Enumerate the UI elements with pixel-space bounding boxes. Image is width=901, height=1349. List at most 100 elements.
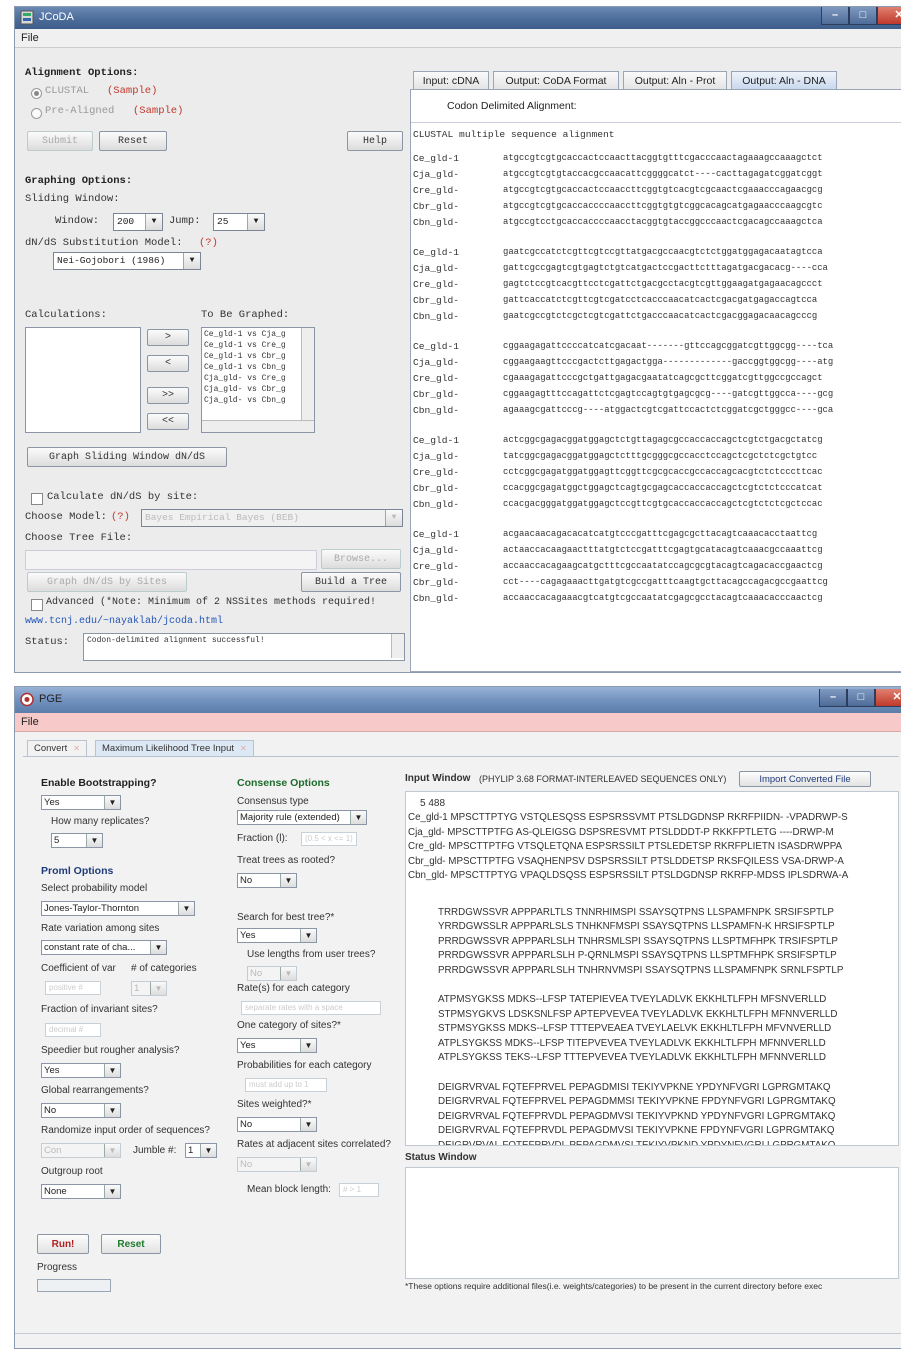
tab-input-cdna[interactable]: Input: cDNA — [413, 71, 489, 89]
sites-weighted-select[interactable]: No ▼ — [237, 1117, 317, 1132]
one-category-select[interactable]: Yes ▼ — [237, 1038, 317, 1053]
mean-block-field[interactable]: # > 1 — [339, 1183, 379, 1197]
invariant-field[interactable]: decimal # — [45, 1023, 101, 1037]
browse-button[interactable]: Browse... — [321, 549, 401, 569]
close-icon[interactable]: ✕ — [240, 744, 247, 753]
choose-model-help-link[interactable]: (?) — [111, 511, 130, 523]
prealigned-radio[interactable] — [31, 108, 42, 119]
sequence-data: agaaagcgattcccg----atggactcgtcgattccactc… — [503, 405, 834, 415]
chevron-down-icon: ▼ — [350, 811, 366, 824]
sequence-data: accaaccacagaaacgtcatgtcgccaatatcgagcgcct… — [503, 593, 823, 603]
sequence-data: gagtctccgtcacgttcctcgattctgacgcctacgtcgt… — [503, 279, 823, 289]
status-window[interactable] — [405, 1167, 899, 1279]
jump-select[interactable]: 25 ▼ — [213, 213, 265, 231]
rates-category-field[interactable]: separate rates with a space — [241, 1001, 381, 1015]
window-select[interactable]: 200 ▼ — [113, 213, 163, 231]
list-item[interactable]: Ce_gld-1 vs Cja_g — [204, 330, 286, 339]
import-converted-file-button[interactable]: Import Converted File — [739, 771, 871, 787]
minimize-icon[interactable]: – — [821, 7, 849, 25]
clustal-radio[interactable] — [31, 88, 42, 99]
list-hscrollbar[interactable] — [202, 420, 314, 432]
consensus-type-select[interactable]: Majority rule (extended) ▼ — [237, 810, 367, 825]
tree-file-field[interactable] — [25, 550, 317, 570]
sequence-data: cggaagagattccccatcatcgacaat-------gttcca… — [503, 341, 834, 351]
replicates-select[interactable]: 5 ▼ — [51, 833, 103, 848]
speedier-select[interactable]: Yes ▼ — [41, 1063, 121, 1078]
sequence-data: accaaccacagaagcatgctttcgccaatatccagcgcgt… — [503, 561, 823, 571]
close-icon[interactable]: ✕ — [73, 744, 80, 753]
list-item[interactable]: Cja_gld- vs Cbr_g — [204, 385, 286, 394]
fraction-field[interactable]: (0.5 < x <= 1) — [301, 832, 357, 846]
best-tree-select[interactable]: Yes ▼ — [237, 928, 317, 943]
model-select[interactable]: Nei-Gojobori (1986) ▼ — [53, 252, 201, 270]
move-left-button[interactable]: < — [147, 355, 189, 372]
move-right-button[interactable]: > — [147, 329, 189, 346]
clustal-sample-link[interactable]: (Sample) — [107, 85, 157, 97]
submit-button[interactable]: Submit — [27, 131, 93, 151]
graph-by-sites-button[interactable]: Graph dN/dS by Sites — [27, 572, 187, 592]
tab-convert[interactable]: Convert ✕ — [27, 740, 87, 756]
prealigned-sample-link[interactable]: (Sample) — [133, 105, 183, 117]
sequence-name: Cbr_gld- — [413, 483, 460, 494]
list-item[interactable]: Cja_gld- vs Cre_g — [204, 374, 286, 383]
close-icon[interactable]: ✕ — [877, 7, 901, 25]
choose-model-select[interactable]: Bayes Empirical Bayes (BEB) ▼ — [141, 509, 403, 527]
jumble-select[interactable]: 1 ▼ — [185, 1143, 217, 1158]
website-link[interactable]: www.tcnj.edu/~nayaklab/jcoda.html — [25, 616, 223, 627]
advanced-checkbox[interactable] — [31, 599, 43, 611]
list-item[interactable]: Ce_gld-1 vs Cbr_g — [204, 352, 286, 361]
calculations-list[interactable] — [25, 327, 141, 433]
jcoda-app-icon — [20, 10, 34, 25]
input-window[interactable]: 5 488 Ce_gld-1 MPSCTTPTYG VSTQLESQSS ESP… — [405, 791, 899, 1146]
alignment-text-area[interactable]: CLUSTAL multiple sequence alignment Ce_g… — [411, 122, 901, 671]
global-rearr-value: No — [44, 1105, 57, 1116]
maximize-icon[interactable]: □ — [849, 7, 877, 25]
prob-model-select[interactable]: Jones-Taylor-Thornton ▼ — [41, 901, 195, 916]
file-menu[interactable]: File — [21, 716, 39, 728]
maximize-icon[interactable]: □ — [847, 689, 875, 707]
outgroup-label: Outgroup root — [41, 1166, 103, 1177]
list-item[interactable]: Ce_gld-1 vs Cbn_g — [204, 363, 286, 372]
treat-rooted-select[interactable]: No ▼ — [237, 873, 297, 888]
model-help-link[interactable]: (?) — [199, 237, 218, 249]
randomize-select[interactable]: Con ▼ — [41, 1143, 121, 1158]
tab-output-aln-dna[interactable]: Output: Aln - DNA — [731, 71, 837, 89]
help-button[interactable]: Help — [347, 131, 403, 151]
tab-output-coda[interactable]: Output: CoDA Format — [493, 71, 619, 89]
move-all-left-button[interactable]: << — [147, 413, 189, 430]
list-scrollbar[interactable] — [301, 328, 314, 420]
num-categories-select[interactable]: 1 ▼ — [131, 981, 167, 996]
use-lengths-select[interactable]: No ▼ — [247, 966, 297, 981]
tab-output-aln-prot[interactable]: Output: Aln - Prot — [623, 71, 727, 89]
consense-options-heading: Consense Options — [237, 777, 330, 789]
to-be-graphed-list[interactable]: Ce_gld-1 vs Cja_g Ce_gld-1 vs Cre_g Ce_gld… — [201, 327, 315, 433]
adjacent-select[interactable]: No ▼ — [237, 1157, 317, 1172]
coef-var-field[interactable]: positive # — [45, 981, 101, 995]
list-item[interactable]: Cja_gld- vs Cbn_g — [204, 396, 286, 405]
bootstrap-select[interactable]: Yes ▼ — [41, 795, 121, 810]
reset-button[interactable]: Reset — [101, 1234, 161, 1254]
minimize-icon[interactable]: – — [819, 689, 847, 707]
prob-model-label: Select probability model — [41, 883, 148, 894]
calc-by-site-checkbox[interactable] — [31, 493, 43, 505]
file-menu[interactable]: File — [21, 32, 39, 44]
sequence-line: DEIGRVRVAL FQTEFPRVDL PEPAGDMVSI TEKIYVP… — [438, 1139, 836, 1146]
move-all-right-button[interactable]: >> — [147, 387, 189, 404]
sites-weighted-value: No — [240, 1119, 253, 1130]
list-item[interactable]: Ce_gld-1 vs Cre_g — [204, 341, 286, 350]
tab-ml-tree-input[interactable]: Maximum Likelihood Tree Input ✕ — [95, 740, 254, 756]
reset-button[interactable]: Reset — [99, 131, 167, 151]
run-button[interactable]: Run! — [37, 1234, 89, 1254]
outgroup-select[interactable]: None ▼ — [41, 1184, 121, 1199]
adjacent-value: No — [240, 1159, 253, 1170]
close-icon[interactable]: ✕ — [875, 689, 901, 707]
sequence-line: Cbn_gld- MPSCTTPTYG VPAQLDSQSS ESPSRSSIL… — [408, 870, 849, 881]
probabilities-field[interactable]: must add up to 1 — [245, 1078, 327, 1092]
build-tree-button[interactable]: Build a Tree — [301, 572, 401, 592]
sequence-line: Cja_gld- MPSCTTPTFG AS-QLEIGSG DSPSRESVM… — [408, 826, 834, 838]
rate-variation-select[interactable]: constant rate of cha... ▼ — [41, 940, 167, 955]
graph-sliding-window-button[interactable]: Graph Sliding Window dN/dS — [27, 447, 227, 467]
to-be-graphed-label: To Be Graphed: — [201, 309, 290, 321]
global-rearr-select[interactable]: No ▼ — [41, 1103, 121, 1118]
status-scrollbar[interactable] — [391, 634, 404, 658]
